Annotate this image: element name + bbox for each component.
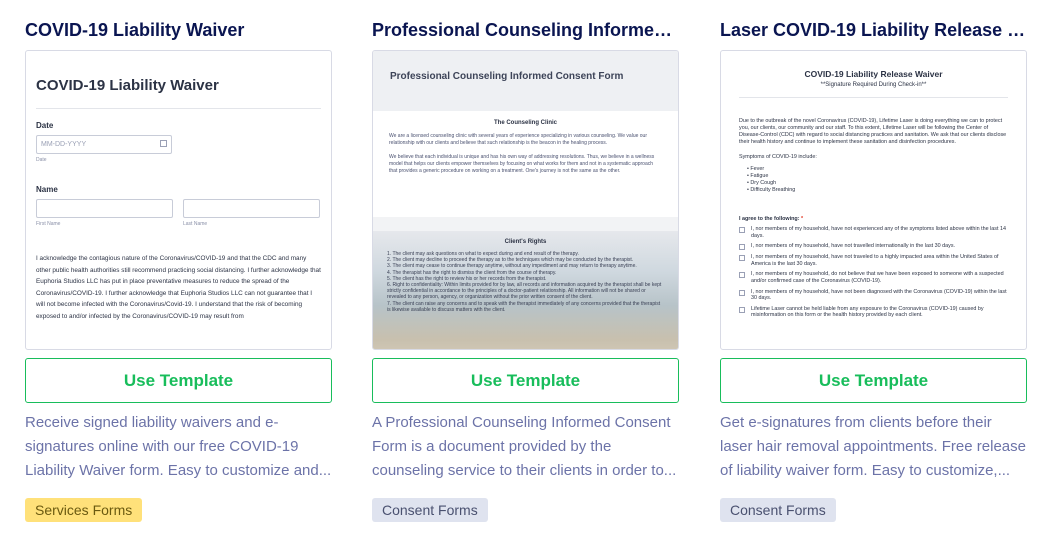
symptom-item: • Difficulty Breathing bbox=[747, 187, 796, 193]
preview-first-name-field bbox=[36, 199, 173, 218]
preview-date-field: MM-DD-YYYY bbox=[36, 135, 172, 154]
checkbox-icon bbox=[739, 289, 745, 296]
checkbox-icon bbox=[739, 272, 745, 279]
checkbox-icon bbox=[739, 255, 745, 262]
preview-form-title: Professional Counseling Informed Consent… bbox=[373, 51, 678, 111]
description-line: Get e-signatures from clients before the… bbox=[720, 414, 992, 431]
card-description: Get e-signatures from clients before the… bbox=[720, 411, 1027, 483]
card-title[interactable]: Laser COVID-19 Liability Release Waiver bbox=[720, 18, 1027, 42]
rights-item: 7. The client can raise any concerns and… bbox=[387, 300, 661, 313]
preview-first-name-label: First Name bbox=[36, 221, 61, 227]
description-line: counseling service to their clients in o… bbox=[372, 462, 677, 479]
card-description: Receive signed liability waivers and e- … bbox=[25, 411, 332, 483]
template-preview[interactable]: Professional Counseling Informed Consent… bbox=[372, 50, 679, 350]
category-badge[interactable]: Consent Forms bbox=[720, 498, 836, 522]
description-line: signatures online with our free COVID-19 bbox=[25, 438, 299, 455]
preview-checkbox-item: I, nor members of my household, do not b… bbox=[739, 271, 1008, 284]
required-mark: * bbox=[801, 216, 804, 222]
preview-checkbox-item: I, nor members of my household, have not… bbox=[739, 243, 1008, 251]
preview-date-placeholder: MM-DD-YYYY bbox=[41, 141, 87, 148]
preview-checkbox-item: I, nor members of my household, have not… bbox=[739, 289, 1008, 302]
preview-intro-text: Due to the outbreak of the novel Coronav… bbox=[739, 118, 1007, 145]
template-preview[interactable]: COVID-19 Liability Waiver Date MM-DD-YYY… bbox=[25, 50, 332, 350]
preview-checkbox-item: I, nor members of my household, have not… bbox=[739, 226, 1008, 239]
preview-form-title: COVID-19 Liability Release Waiver bbox=[804, 69, 943, 79]
preview-last-name-field bbox=[183, 199, 320, 218]
symptom-item: • Fever bbox=[747, 166, 765, 172]
preview-rights-section: Client's Rights 1. The client may ask qu… bbox=[373, 231, 678, 349]
preview-date-label: Date bbox=[36, 121, 54, 130]
rights-item: 6. Right to confidentiality: Within limi… bbox=[387, 282, 662, 301]
preview-paragraph: We are a licensed counseling clinic with… bbox=[389, 133, 648, 146]
symptom-item: • Fatigue bbox=[747, 173, 769, 179]
preview-rights-heading: Client's Rights bbox=[504, 239, 547, 245]
preview-rights-list: 1. The client may ask questions on what … bbox=[387, 251, 664, 313]
description-line: Liability Waiver form. Easy to customize… bbox=[25, 462, 332, 479]
use-template-button[interactable]: Use Template bbox=[372, 358, 679, 403]
description-line: Form is a document provided by the bbox=[372, 438, 612, 455]
description-line: A Professional Counseling Informed Conse… bbox=[372, 414, 671, 431]
preview-form-title: COVID-19 Liability Waiver bbox=[36, 77, 321, 109]
preview-form-subtitle: **Signature Required During Check-in** bbox=[739, 82, 1008, 98]
preview-symptoms-list: • Fever • Fatigue • Dry Cough • Difficul… bbox=[739, 166, 1008, 194]
checkbox-icon bbox=[739, 244, 745, 251]
card-title[interactable]: Professional Counseling Informed Consent… bbox=[372, 18, 679, 42]
preview-name-sublabels: First Name Last Name bbox=[36, 218, 321, 227]
rights-item: 3. The client may cease to continue ther… bbox=[387, 263, 637, 270]
card-title[interactable]: COVID-19 Liability Waiver bbox=[25, 18, 332, 42]
preview-body: The Counseling Clinic We are a licensed … bbox=[373, 111, 678, 217]
preview-clinic-heading: The Counseling Clinic bbox=[493, 120, 557, 126]
symptom-item: • Dry Cough bbox=[747, 180, 777, 186]
preview-name-fields bbox=[36, 199, 321, 218]
preview-date-sublabel: Date bbox=[36, 157, 47, 163]
preview-acknowledgement-text: I acknowledge the contagious nature of t… bbox=[36, 255, 321, 320]
use-template-button[interactable]: Use Template bbox=[720, 358, 1027, 403]
category-badge[interactable]: Services Forms bbox=[25, 498, 143, 522]
preview-symptoms-label: Symptoms of COVID-19 include: bbox=[739, 154, 817, 160]
preview-name-label: Name bbox=[36, 185, 58, 194]
description-line: laser hair removal appointments. Free re… bbox=[720, 438, 1026, 455]
card-description: A Professional Counseling Informed Conse… bbox=[372, 411, 679, 483]
checkbox-icon bbox=[739, 306, 745, 313]
preview-checkbox-item: Lifetime Laser cannot be held liable fro… bbox=[739, 306, 1008, 319]
preview-paragraph: We believe that each individual is uniqu… bbox=[389, 154, 655, 174]
description-line: Receive signed liability waivers and e- bbox=[25, 414, 279, 431]
preview-checkbox-item: I, nor members of my household, have not… bbox=[739, 254, 1008, 267]
preview-agree-label: I agree to the following: * bbox=[739, 216, 804, 222]
calendar-icon bbox=[160, 140, 167, 147]
description-line: of liability waiver form. Easy to custom… bbox=[720, 462, 1011, 479]
template-preview[interactable]: COVID-19 Liability Release Waiver **Sign… bbox=[720, 50, 1027, 350]
checkbox-icon bbox=[739, 227, 745, 233]
preview-last-name-label: Last Name bbox=[183, 221, 208, 227]
category-badge[interactable]: Consent Forms bbox=[372, 498, 488, 522]
use-template-button[interactable]: Use Template bbox=[25, 358, 332, 403]
